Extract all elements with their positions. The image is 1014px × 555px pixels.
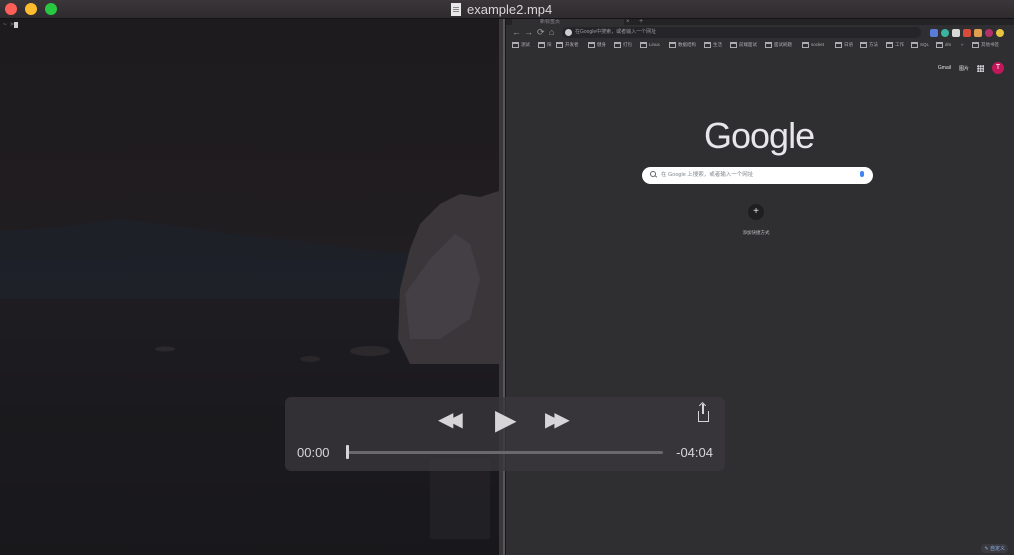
elapsed-time: 00:00 (297, 445, 330, 460)
playback-controls: ◀◀ ▶ ▶▶ 00:00 -04:04 (285, 397, 725, 471)
add-shortcut-button[interactable]: + (748, 204, 764, 220)
terminal-prompt-text: ~ > (3, 21, 14, 28)
profile-icon[interactable] (985, 29, 993, 37)
bookmark-folder[interactable]: 方法 (860, 40, 878, 50)
address-bar[interactable]: 在Google中搜索，或者输入一个网址 ★ (562, 27, 971, 38)
microphone-icon[interactable] (860, 171, 864, 177)
search-placeholder: 在 Google 上搜索，或者输入一个网址 (661, 172, 754, 178)
fast-forward-button[interactable]: ▶▶ (545, 407, 570, 432)
add-shortcut-label: 添加快捷方式 (742, 230, 770, 235)
play-button[interactable]: ▶ (495, 403, 517, 436)
bookmark-folder[interactable]: Linux (640, 40, 660, 50)
home-icon[interactable]: ⌂ (549, 27, 554, 37)
bookmarks-bar: 测试 阳 开发者 健身 打包 Linux 数据结构 生活 前端面试 面试刷题 s… (506, 40, 1014, 50)
back-icon[interactable]: ← (512, 27, 521, 37)
window-title-group: example2.mp4 (451, 1, 552, 17)
customize-label: 自定义 (989, 546, 1005, 552)
document-icon (451, 2, 461, 16)
bookmark-folder-other[interactable]: 其他书签 (972, 40, 999, 50)
extension-icon[interactable] (930, 29, 938, 37)
customize-button[interactable]: ✎ 自定义 (981, 544, 1008, 553)
extension-icon[interactable] (963, 29, 971, 37)
address-bar-placeholder: 在Google中搜索，或者输入一个网址 (575, 29, 657, 35)
remaining-time: -04:04 (676, 445, 713, 460)
share-icon[interactable] (698, 404, 709, 422)
scrubber-track[interactable] (348, 451, 663, 454)
extension-icon[interactable] (974, 29, 982, 37)
bookmarks-overflow[interactable]: » (961, 40, 964, 50)
bookmark-folder[interactable]: dm (936, 40, 951, 50)
google-logo: Google (704, 115, 815, 156)
video-frame-left-pane: ~ > (0, 19, 499, 555)
google-top-links: Gmail 图片 T (938, 62, 1004, 74)
apps-grid-icon[interactable] (977, 64, 984, 72)
bookmark-folder[interactable]: socket (802, 40, 824, 50)
google-search-input[interactable]: 在 Google 上搜索，或者输入一个网址 (642, 167, 873, 184)
window-title: example2.mp4 (467, 1, 553, 17)
bookmark-folder[interactable]: 生活 (704, 40, 722, 50)
bookmark-folder[interactable]: 测试 (512, 40, 530, 50)
minimize-window-button[interactable] (25, 3, 37, 15)
extension-icon[interactable] (996, 29, 1004, 37)
browser-pane: 新标签页 × + ← → ⟳ ⌂ 在Google中搜索，或者输入一个网址 ★ 测… (506, 19, 1014, 555)
close-window-button[interactable] (5, 3, 17, 15)
google-g-icon (565, 29, 572, 36)
bookmark-folder[interactable]: 阳 (538, 40, 552, 50)
pane-divider-line (503, 19, 505, 555)
bookmark-folder[interactable]: 前端面试 (730, 40, 757, 50)
gmail-link[interactable]: Gmail (938, 65, 951, 71)
images-link[interactable]: 图片 (959, 65, 969, 72)
bookmark-folder[interactable]: 面试刷题 (765, 40, 792, 50)
fullscreen-window-button[interactable] (45, 3, 57, 15)
bookmark-folder[interactable]: 工作 (886, 40, 904, 50)
bookmark-folder[interactable]: 数据结构 (669, 40, 696, 50)
extension-icon[interactable] (941, 29, 949, 37)
window-titlebar: example2.mp4 (0, 0, 1014, 19)
scrubber-playhead[interactable] (346, 445, 349, 459)
bookmark-folder[interactable]: 健身 (588, 40, 606, 50)
bookmark-folder[interactable]: 打包 (614, 40, 632, 50)
landscape-backdrop (0, 191, 499, 555)
search-icon (650, 171, 656, 177)
account-avatar[interactable]: T (992, 62, 1004, 74)
bookmark-folder[interactable]: 开发者 (556, 40, 579, 50)
forward-icon[interactable]: → (524, 27, 533, 37)
terminal-prompt: ~ > (3, 21, 18, 28)
reload-icon[interactable]: ⟳ (537, 27, 545, 37)
terminal-cursor (13, 21, 18, 28)
extension-icon[interactable] (952, 29, 960, 37)
bookmark-folder[interactable]: 日语 (835, 40, 853, 50)
browser-toolbar: ← → ⟳ ⌂ 在Google中搜索，或者输入一个网址 ★ (506, 25, 1014, 40)
rewind-button[interactable]: ◀◀ (438, 407, 463, 432)
bookmark-folder[interactable]: SQL (911, 40, 929, 50)
